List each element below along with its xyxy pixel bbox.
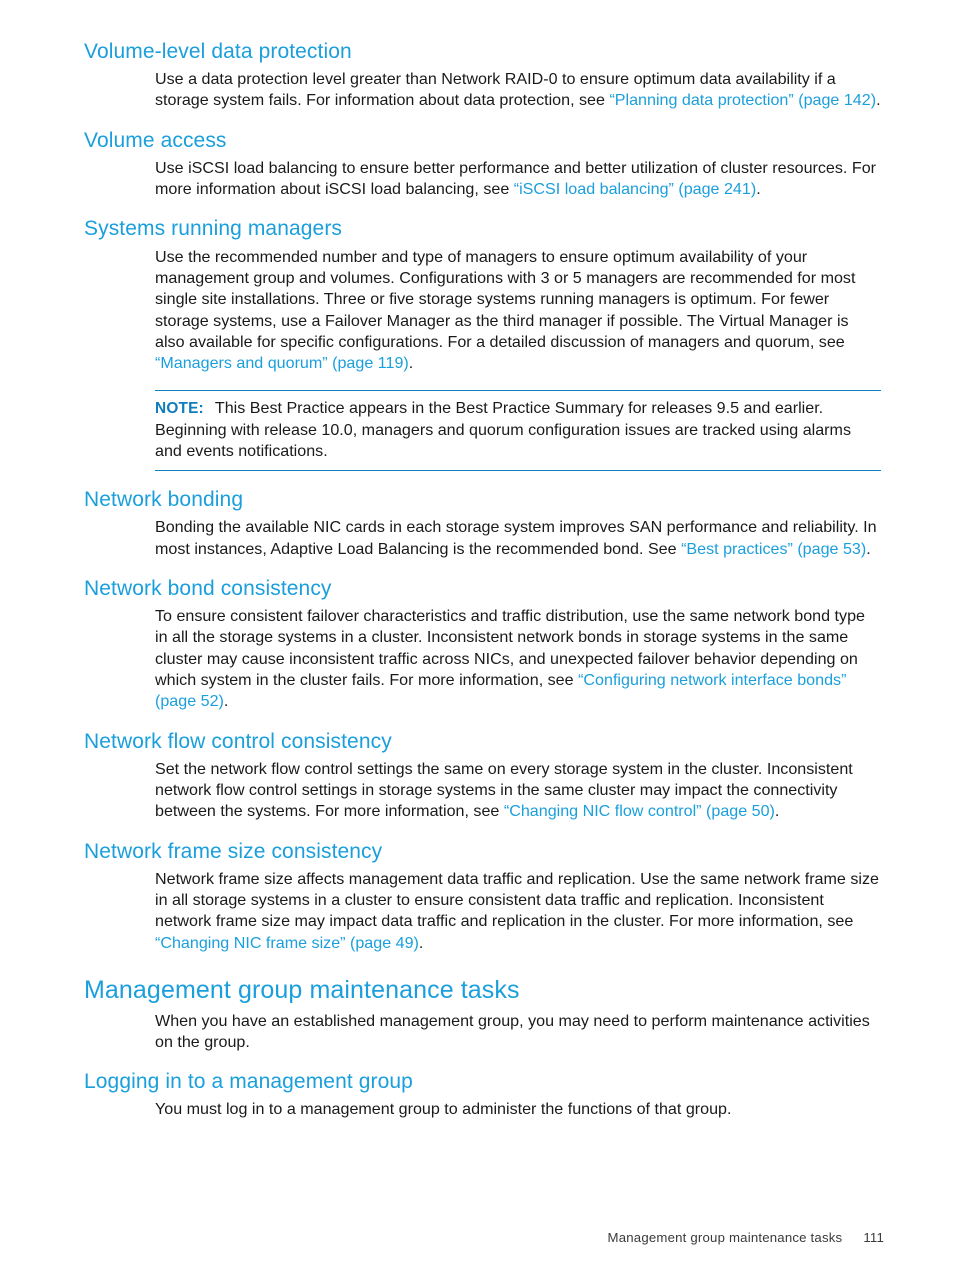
body-block-systems-running-managers: Use the recommended number and type of m…: [155, 247, 881, 375]
cross-reference-link[interactable]: “iSCSI load balancing” (page 241): [514, 180, 756, 198]
section-network-bonding: Network bonding Bonding the available NIC…: [84, 488, 898, 560]
footer-page-number: 111: [863, 1230, 884, 1245]
body-block-management-group-maintenance-tasks: When you have an established management …: [155, 1011, 881, 1054]
heading-network-frame-size-consistency: Network frame size consistency: [84, 839, 383, 863]
body-block-volume-level-data-protection: Use a data protection level greater than…: [155, 69, 881, 112]
section-management-group-maintenance-tasks: Management group maintenance tasks When y…: [84, 976, 898, 1053]
heading-network-flow-control-consistency: Network flow control consistency: [84, 729, 392, 753]
cross-reference-link[interactable]: “Configuring network interface bonds” (p…: [155, 671, 846, 710]
paragraph: When you have an established management …: [155, 1011, 870, 1052]
body-block-volume-access: Use iSCSI load balancing to ensure bette…: [155, 158, 881, 201]
page-footer: Management group maintenance tasks 111: [84, 1230, 884, 1245]
heading-volume-access: Volume access: [84, 128, 227, 152]
section-systems-running-managers: Systems running managers Use the recommen…: [84, 217, 898, 472]
heading-management-group-maintenance-tasks: Management group maintenance tasks: [84, 976, 520, 1004]
paragraph: Use a data protection level greater than…: [155, 70, 881, 110]
note-text: This Best Practice appears in the Best P…: [155, 399, 851, 460]
body-block-network-flow-control-consistency: Set the network flow control settings th…: [155, 759, 881, 823]
cross-reference-link[interactable]: “Changing NIC flow control” (page 50): [504, 802, 775, 820]
section-volume-access: Volume access Use iSCSI load balancing to…: [84, 129, 898, 201]
cross-reference-link[interactable]: “Managers and quorum” (page 119): [155, 354, 409, 372]
cross-reference-link[interactable]: “Changing NIC frame size” (page 49): [155, 934, 419, 952]
paragraph: Bonding the available NIC cards in each …: [155, 518, 877, 558]
paragraph: You must log in to a management group to…: [155, 1100, 732, 1119]
paragraph: Use iSCSI load balancing to ensure bette…: [155, 158, 877, 199]
note-label: NOTE:: [155, 400, 204, 418]
page-content: Volume-level data protection Use a data p…: [84, 40, 898, 1121]
cross-reference-link[interactable]: “Planning data protection” (page 142): [609, 91, 876, 109]
section-volume-level-data-protection: Volume-level data protection Use a data p…: [84, 40, 898, 112]
heading-systems-running-managers: Systems running managers: [84, 217, 343, 241]
section-network-frame-size-consistency: Network frame size consistency Network fr…: [84, 840, 898, 954]
heading-network-bonding: Network bonding: [84, 488, 244, 512]
cross-reference-link[interactable]: “Best practices” (page 53): [681, 540, 866, 558]
paragraph: To ensure consistent failover characteri…: [155, 607, 865, 711]
body-block-network-bonding: Bonding the available NIC cards in each …: [155, 517, 881, 560]
paragraph: Use the recommended number and type of m…: [155, 247, 856, 373]
section-network-bond-consistency: Network bond consistency To ensure consis…: [84, 577, 898, 713]
body-block-network-frame-size-consistency: Network frame size affects management da…: [155, 869, 881, 954]
body-block-network-bond-consistency: To ensure consistent failover characteri…: [155, 606, 881, 712]
section-network-flow-control-consistency: Network flow control consistency Set the …: [84, 730, 898, 823]
note-block: NOTE: This Best Practice appears in the B…: [155, 390, 881, 472]
body-block-logging-in-to-a-management-group: You must log in to a management group to…: [155, 1099, 881, 1120]
footer-chapter-title: Management group maintenance tasks: [607, 1230, 843, 1245]
section-logging-in-to-a-management-group: Logging in to a management group You must…: [84, 1070, 898, 1120]
paragraph: Network frame size affects management da…: [155, 869, 879, 952]
heading-volume-level-data-protection: Volume-level data protection: [84, 40, 352, 63]
paragraph: Set the network flow control settings th…: [155, 759, 853, 821]
heading-logging-in-to-a-management-group: Logging in to a management group: [84, 1070, 413, 1094]
heading-network-bond-consistency: Network bond consistency: [84, 577, 332, 601]
document-page: Volume-level data protection Use a data p…: [0, 0, 954, 1271]
